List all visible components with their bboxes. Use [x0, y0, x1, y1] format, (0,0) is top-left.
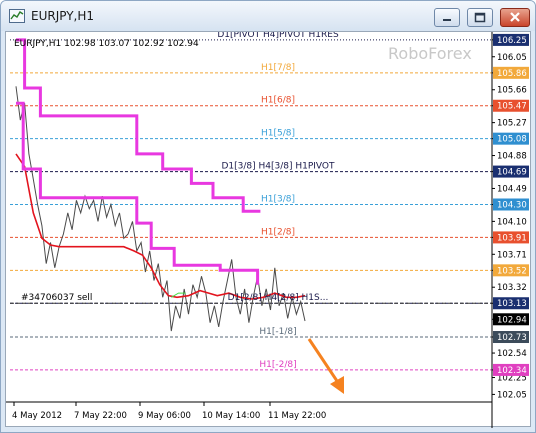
level-price-tag-label: 105.47 [497, 102, 527, 112]
price-tick-label: 103.71 [497, 250, 527, 260]
level-price-tag-label: 102.34 [497, 366, 527, 376]
minimize-icon [443, 19, 451, 21]
level-label: D1[3/8] H4[3/8] H1PIVOT [221, 162, 335, 172]
close-button[interactable] [500, 8, 530, 27]
price-tick-label: 104.49 [497, 184, 527, 194]
level-price-tag-label: 103.91 [497, 233, 527, 243]
time-tick-label: 11 May 22:00 [268, 411, 326, 421]
price-chart[interactable]: D1[PIVOT H4]PIVOT H1RES H1[7/8] H1[6/8] H1[… [6, 32, 532, 428]
level-price-tag-label: 102.73 [497, 333, 527, 343]
title-bar[interactable]: EURJPY,H1 [1, 1, 535, 31]
series-line-envelope-upper [16, 38, 261, 213]
price-tick-label: 105.27 [497, 119, 527, 129]
level-label: H1[2/8] [261, 227, 295, 237]
chart-area[interactable]: D1[PIVOT H4]PIVOT H1RES H1[7/8] H1[6/8] H1[… [5, 31, 532, 428]
price-tick-label: 103.32 [497, 283, 527, 293]
current-price-label: 102.94 [497, 315, 527, 325]
level-label: D1[2/8] H4[2/8] H1S... [228, 293, 329, 303]
close-icon [510, 12, 520, 22]
level-price-tag-label: 105.86 [497, 69, 527, 79]
level-price-tag-label: 103.52 [497, 266, 527, 276]
time-tick-label: 10 May 14:00 [202, 411, 260, 421]
price-tick-label: 102.54 [497, 349, 527, 359]
level-price-tag-label: 105.08 [497, 135, 527, 145]
maximize-button[interactable] [467, 8, 493, 27]
level-label: H1[5/8] [261, 129, 295, 139]
chart-window-icon [9, 9, 25, 23]
minimize-button[interactable] [434, 8, 460, 27]
level-label: H1[3/8] [261, 194, 295, 204]
forecast-arrow-line [307, 338, 341, 385]
level-price-tag-label: 106.25 [497, 36, 527, 46]
window-title: EURJPY,H1 [31, 9, 95, 23]
price-tick-label: 104.88 [497, 152, 527, 162]
maximize-icon [474, 12, 486, 23]
symbol-info: EURJPY,H1 102.98 103.07 102.92 102.94 [14, 39, 199, 49]
watermark: RoboForex [388, 44, 472, 63]
price-tick-label: 104.10 [497, 217, 527, 227]
level-price-tag-label: 104.69 [497, 168, 527, 178]
trade-label: #34706037 sell [21, 293, 92, 303]
time-tick-label: 4 May 2012 [12, 411, 62, 421]
price-tick-label: 106.05 [497, 53, 527, 63]
price-tick-label: 105.66 [497, 86, 527, 96]
level-price-tag-label: 104.30 [497, 200, 527, 210]
level-label: H1[-1/8] [259, 327, 296, 337]
level-price-tag-label: 103.13 [497, 299, 527, 309]
level-label: D1[PIVOT H4]PIVOT H1RES [217, 32, 339, 40]
time-tick-label: 7 May 22:00 [74, 411, 127, 421]
price-tick-label: 102.05 [497, 390, 527, 400]
time-tick-label: 9 May 06:00 [138, 411, 191, 421]
level-label: H1[-2/8] [259, 360, 296, 370]
level-label: H1[7/8] [261, 63, 295, 73]
window: EURJPY,H1 D1[PIVOT H4]PIVOT H1RES H1[7/8]… [0, 0, 536, 433]
level-label: H1[6/8] [261, 96, 295, 106]
